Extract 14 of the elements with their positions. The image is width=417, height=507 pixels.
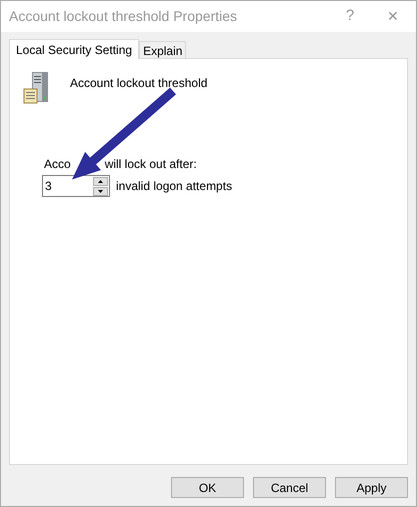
dialog-button[interactable]: Cancel xyxy=(253,477,326,498)
spin-down-icon[interactable] xyxy=(93,186,108,196)
tab[interactable]: Local Security Setting xyxy=(9,39,140,59)
tab[interactable]: Explain xyxy=(139,41,186,58)
value-input[interactable]: 3 xyxy=(43,176,93,196)
dialog-button[interactable]: Apply xyxy=(335,477,408,498)
spin-up-icon[interactable] xyxy=(93,176,108,186)
policy-name: Account lockout threshold xyxy=(70,75,208,92)
field-label: will lock out after: xyxy=(104,156,197,173)
unit-label: invalid logon attempts xyxy=(116,178,232,195)
window-title: Account lockout threshold Properties xyxy=(9,7,238,26)
number-spinner[interactable]: 3 xyxy=(42,175,110,197)
dialog-button[interactable]: OK xyxy=(171,477,244,498)
field-label: Acco xyxy=(44,156,71,173)
